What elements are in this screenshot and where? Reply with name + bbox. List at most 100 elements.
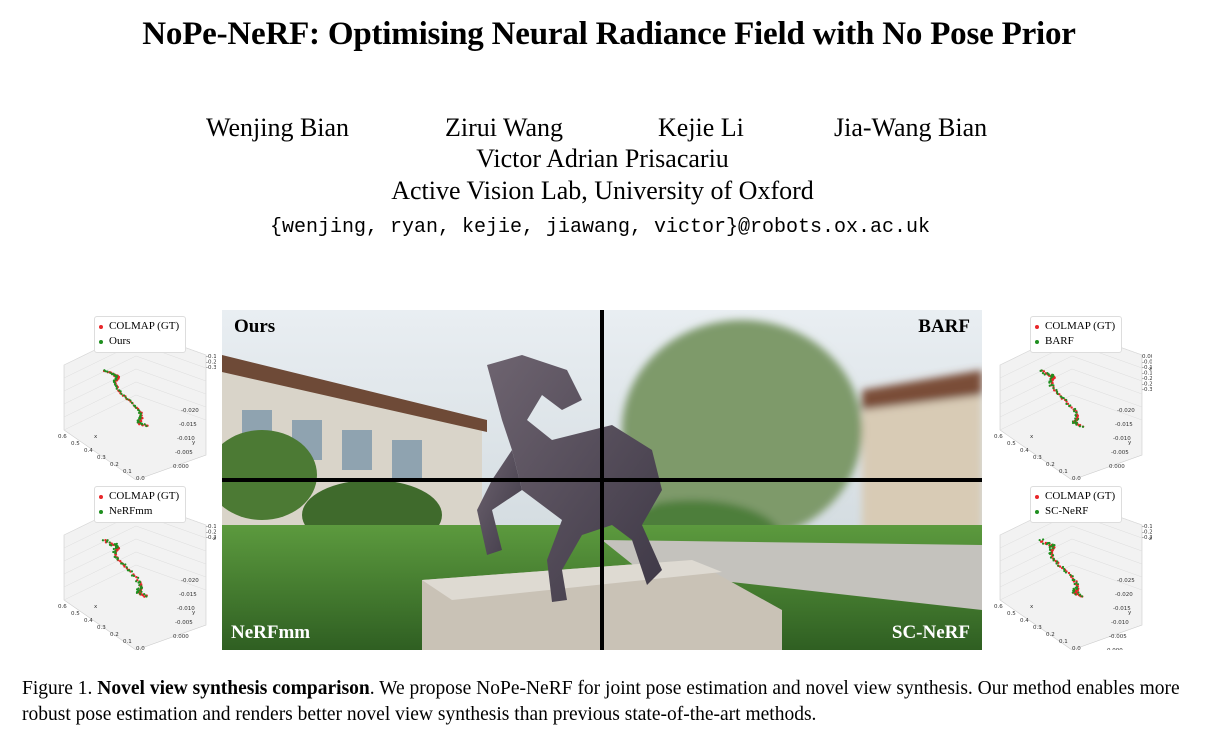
trajectory-point-pred — [139, 592, 142, 596]
y-tick-label: 0.000 — [173, 634, 189, 640]
trajectory-point-pred — [1056, 560, 1059, 563]
trajectory-point-pred — [1042, 538, 1045, 541]
trajectory-point-pred — [116, 558, 119, 561]
trajectory-point-pred — [1074, 413, 1077, 417]
z-axis-label: z — [213, 536, 216, 542]
y-tick-label: -0.020 — [1117, 408, 1135, 414]
horse-statue-scene — [222, 310, 982, 650]
x-tick-label: 0.1 — [1059, 469, 1068, 475]
legend-marker — [1035, 324, 1039, 329]
x-tick-label: 0.5 — [1007, 611, 1016, 617]
legend-label: Ours — [109, 335, 131, 347]
trajectory-point-pred — [1062, 396, 1065, 400]
x-tick-label: 0.0 — [1072, 646, 1081, 650]
z-axis-label: z — [1149, 536, 1152, 542]
y-tick-label: -0.020 — [1115, 592, 1133, 598]
label-nerfmm: NeRFmm — [231, 622, 311, 643]
trajectory-point-pred — [112, 547, 115, 551]
trajectory-point-pred — [121, 562, 124, 565]
trajectory-point-pred — [137, 581, 140, 584]
trajectory-point-pred — [1048, 384, 1051, 387]
x-tick-label: 0.6 — [58, 434, 67, 440]
trajectory-point-pred — [1080, 595, 1084, 598]
trajectory-point-pred — [143, 423, 146, 426]
trajectory-point-pred — [1076, 583, 1080, 586]
x-tick-label: 0.4 — [84, 448, 93, 454]
x-tick-label: 0.3 — [1033, 455, 1042, 461]
label-ours: Ours — [234, 316, 276, 337]
legend-entry: COLMAP (GT) — [1035, 489, 1115, 504]
x-tick-label: 0.3 — [1033, 625, 1042, 631]
legend-entry: Ours — [99, 334, 179, 349]
legend-entry: COLMAP (GT) — [1035, 319, 1115, 334]
z-tick-label: -0.30 — [1142, 387, 1152, 393]
x-tick-label: 0.2 — [1046, 632, 1055, 638]
trajectory-point-pred — [130, 401, 134, 404]
figure-caption: Figure 1. Novel view synthesis compariso… — [22, 676, 1198, 728]
trajectory-point-pred — [1052, 544, 1055, 547]
legend-entry: SC-NeRF — [1035, 504, 1115, 519]
plot-legend: COLMAP (GT) NeRFmm — [94, 486, 187, 523]
trajectory-point-pred — [101, 539, 105, 542]
y-tick-label: -0.020 — [181, 408, 199, 414]
trajectory-point-pred — [137, 576, 140, 579]
trajectory-point-pred — [1081, 425, 1085, 428]
trajectory-point-pred — [108, 541, 111, 544]
y-tick-label: -0.015 — [179, 592, 197, 598]
legend-label: COLMAP (GT) — [109, 320, 180, 332]
trajectory-point-pred — [1057, 564, 1060, 567]
trajectory-point-pred — [132, 574, 135, 577]
x-tick-label: 0.4 — [1020, 618, 1029, 624]
x-tick-label: 0.0 — [136, 646, 145, 650]
x-tick-label: 0.2 — [110, 632, 119, 638]
legend-label: COLMAP (GT) — [1045, 490, 1116, 502]
trajectory-point-pred — [114, 552, 117, 555]
legend-marker — [99, 494, 103, 499]
x-tick-label: 0.4 — [84, 618, 93, 624]
trajectory-point-pred — [1064, 571, 1068, 574]
legend-marker — [99, 339, 103, 344]
trajectory-point-pred — [124, 396, 127, 399]
trajectory-point-pred — [1074, 407, 1077, 411]
x-tick-label: 0.5 — [1007, 441, 1016, 447]
trajectory-point-pred — [1075, 421, 1079, 424]
y-tick-label: -0.020 — [181, 578, 199, 584]
trajectory-point-pred — [1062, 567, 1066, 571]
trajectory-point-pred — [105, 540, 109, 543]
trajectory-point-pred — [1078, 425, 1082, 428]
x-tick-label: 0.5 — [71, 441, 80, 447]
trajectory-point-pred — [1056, 392, 1059, 396]
trajectory-point-pred — [133, 404, 137, 407]
trajectory-point-pred — [1077, 591, 1080, 594]
trajectory-point-pred — [1065, 402, 1068, 405]
trajectory-point-pred — [126, 398, 129, 401]
trajectory-point-pred — [106, 370, 109, 373]
trajectory-point-pred — [145, 424, 148, 428]
y-tick-label: 0.000 — [1107, 648, 1123, 650]
legend-marker — [99, 509, 103, 514]
trajectory-point-gt — [1067, 571, 1071, 575]
legend-marker — [1035, 339, 1039, 344]
legend-marker — [99, 324, 103, 329]
y-tick-label: -0.005 — [175, 450, 193, 456]
trajectory-point-pred — [128, 569, 131, 572]
x-tick-label: 0.1 — [123, 469, 132, 475]
trajectory-point-pred — [1071, 575, 1074, 578]
trajectory-point-pred — [1049, 380, 1053, 383]
trajectory-point-pred — [1073, 582, 1076, 586]
plot-legend: COLMAP (GT) BARF — [1030, 316, 1123, 353]
trajectory-point-pred — [129, 399, 132, 402]
y-tick-label: -0.015 — [1115, 422, 1133, 428]
trajectory-point-pred — [138, 409, 141, 412]
affiliation: Active Vision Lab, University of Oxford — [391, 176, 814, 205]
trajectory-point-pred — [1061, 565, 1065, 569]
trajectory-point-pred — [1048, 381, 1051, 384]
trajectory-point-pred — [1052, 384, 1055, 387]
trajectory-point-pred — [1052, 387, 1055, 390]
author-3: Kejie Li — [658, 113, 744, 142]
trajectory-point-pred — [1038, 538, 1041, 542]
trajectory-point-pred — [1049, 556, 1053, 559]
trajectory-point-pred — [115, 385, 118, 388]
x-tick-label: 0.2 — [110, 462, 119, 468]
trajectory-point-pred — [1063, 569, 1066, 573]
